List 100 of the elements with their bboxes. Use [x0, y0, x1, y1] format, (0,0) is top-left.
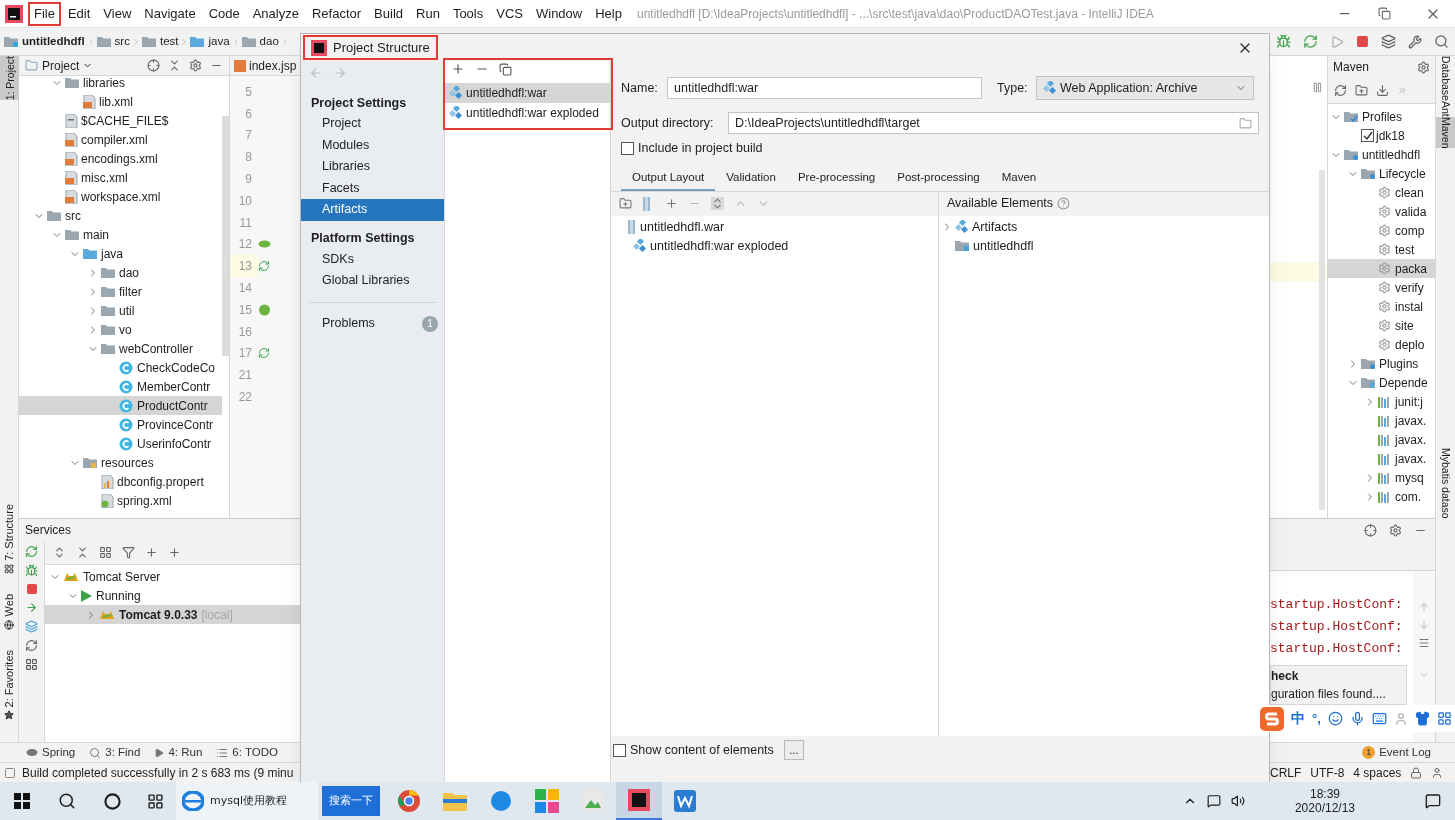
tree-row[interactable]: untitledhdfl.war: [611, 217, 938, 237]
tree-row[interactable]: compiler.xml: [19, 130, 222, 149]
tree-row[interactable]: src: [19, 206, 222, 225]
checkbox[interactable]: [1361, 129, 1374, 142]
tree-row[interactable]: Running: [45, 586, 300, 605]
tree-row[interactable]: untitledhdfl: [939, 236, 1269, 256]
menu-item[interactable]: View: [97, 1, 138, 26]
tree-row[interactable]: Tomcat Server: [45, 567, 300, 586]
grid-icon[interactable]: [1436, 711, 1452, 726]
rerun-icon[interactable]: [25, 545, 38, 558]
tree-row[interactable]: javax.: [1328, 449, 1435, 468]
tree-row[interactable]: junit:j: [1328, 392, 1435, 411]
tree-row[interactable]: spring.xml: [19, 491, 222, 510]
stop-icon[interactable]: [1356, 35, 1369, 48]
add-icon[interactable]: [145, 546, 158, 559]
tree-row[interactable]: test: [1328, 240, 1435, 259]
notifications-icon[interactable]: [1425, 793, 1441, 809]
tree-row[interactable]: util: [19, 301, 222, 320]
artifact-icon[interactable]: [25, 620, 38, 633]
ime-punctuation[interactable]: °,: [1312, 708, 1321, 729]
tree-row[interactable]: deplo: [1328, 335, 1435, 354]
nav-item[interactable]: Global Libraries: [301, 270, 445, 292]
tab[interactable]: Post-processing: [886, 166, 991, 191]
menu-item[interactable]: VCS: [490, 1, 529, 26]
collapse-all-icon[interactable]: [76, 546, 89, 559]
tree-row[interactable]: CheckCodeCo: [19, 358, 222, 377]
wrap-icon[interactable]: [1418, 637, 1430, 649]
restore-icon[interactable]: [1378, 7, 1391, 20]
menu-item[interactable]: Help: [589, 1, 628, 26]
tool-window-tab[interactable]: Ant: [1436, 100, 1455, 117]
tree-row[interactable]: ProvinceContr: [19, 415, 222, 434]
person-icon[interactable]: [1393, 711, 1408, 726]
tree-row[interactable]: lib.xml: [19, 92, 222, 111]
tree-row[interactable]: java: [19, 244, 222, 263]
search-icon[interactable]: [58, 792, 76, 810]
person-icon[interactable]: [1431, 766, 1444, 779]
menu-item[interactable]: Tools: [446, 1, 490, 26]
nav-item[interactable]: SDKs: [301, 248, 445, 270]
tree-row[interactable]: MemberContr: [19, 377, 222, 396]
ime-mode[interactable]: 中: [1291, 708, 1305, 729]
nav-item[interactable]: Problems 1: [301, 312, 445, 335]
tool-window-tab[interactable]: 1 Event Log: [1362, 743, 1431, 762]
tool-window-tab[interactable]: 7: Structure: [0, 496, 18, 587]
settings-icon[interactable]: [1417, 60, 1430, 74]
search-icon[interactable]: [1434, 34, 1449, 49]
status-item[interactable]: UTF-8: [1310, 763, 1345, 782]
tree-row[interactable]: untitledhdfl:war exploded: [611, 236, 938, 256]
layout-icon[interactable]: [25, 658, 38, 671]
tree-row[interactable]: $CACHE_FILE$: [19, 111, 222, 130]
tool-window-tab[interactable]: 3: Find: [89, 743, 141, 762]
assistant-icon[interactable]: [104, 792, 121, 810]
menu-item[interactable]: Window: [529, 1, 589, 26]
nav-item[interactable]: Facets: [301, 177, 445, 199]
tree-row[interactable]: Plugins: [1328, 354, 1435, 373]
reload-icon[interactable]: [1334, 84, 1347, 97]
tree-row[interactable]: webController: [19, 339, 222, 358]
lock-icon[interactable]: [1410, 766, 1423, 779]
folder-icon[interactable]: [1239, 116, 1252, 130]
name-field[interactable]: untitledhdfl:war: [667, 77, 982, 99]
tree-row[interactable]: Depende: [1328, 373, 1435, 392]
add-icon[interactable]: [451, 62, 466, 76]
tray-icon[interactable]: [1206, 794, 1221, 808]
menu-item[interactable]: Build: [368, 1, 409, 26]
breadcrumb[interactable]: untitledhdfl: [22, 32, 85, 51]
tree-row[interactable]: ProductContr: [19, 396, 222, 415]
add-service-icon[interactable]: [168, 546, 181, 559]
tool-window-tab[interactable]: Spring: [26, 743, 76, 762]
clock[interactable]: 18:39 2020/12/13: [1294, 787, 1355, 815]
tree-row[interactable]: Artifacts: [939, 217, 1269, 237]
search-button[interactable]: 搜索一下: [322, 786, 380, 816]
menu-item[interactable]: File: [28, 1, 61, 26]
new-folder-icon[interactable]: [619, 197, 632, 211]
output-directory-field[interactable]: D:\IdeaProjects\untitledhdfl\target: [728, 112, 1259, 134]
tool-window-tab[interactable]: Mybatis dataso: [1436, 448, 1455, 519]
tree-row[interactable]: jdk18: [1328, 126, 1435, 145]
status-item[interactable]: 4 spaces: [1353, 763, 1402, 782]
artifact-item[interactable]: untitledhdfl:war exploded: [445, 103, 610, 123]
tool-window-tab[interactable]: Database: [1436, 56, 1455, 101]
locate-icon[interactable]: [147, 59, 160, 72]
run-icon[interactable]: [1330, 34, 1344, 49]
status-item[interactable]: CRLF: [1270, 763, 1302, 782]
tool-window-tab[interactable]: 6: TODO: [216, 743, 278, 762]
taskbar-app[interactable]: [616, 782, 662, 820]
ime-logo-icon[interactable]: [1260, 706, 1284, 731]
panel-title[interactable]: Project: [42, 56, 80, 75]
tree-row[interactable]: site: [1328, 316, 1435, 335]
refresh-icon[interactable]: [25, 639, 38, 652]
tree-row[interactable]: dbconfig.propert: [19, 472, 222, 491]
filter-icon[interactable]: [122, 546, 135, 559]
tree-row[interactable]: Lifecycle: [1328, 164, 1435, 183]
tree-row[interactable]: filter: [19, 282, 222, 301]
deploy-icon[interactable]: [25, 601, 38, 614]
debug-icon[interactable]: [1276, 34, 1291, 49]
expand-all-icon[interactable]: [53, 546, 66, 559]
menu-item[interactable]: Analyze: [246, 1, 305, 26]
nav-item[interactable]: Modules: [301, 134, 445, 156]
task-view-icon[interactable]: [147, 792, 164, 810]
tree-row[interactable]: misc.xml: [19, 168, 222, 187]
keyboard-icon[interactable]: [1371, 711, 1387, 726]
tree-row[interactable]: comp: [1328, 221, 1435, 240]
